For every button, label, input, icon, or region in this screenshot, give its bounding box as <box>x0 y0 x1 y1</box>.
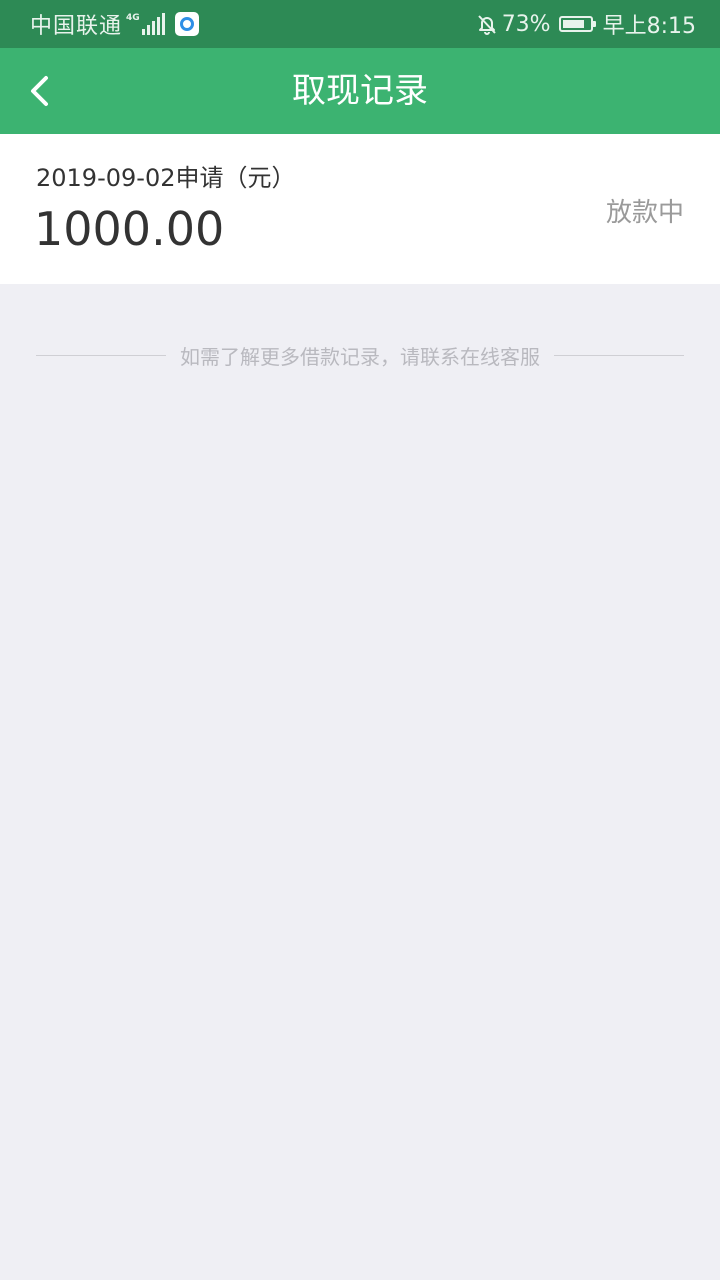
carrier-name: 中国联通 <box>30 14 123 39</box>
mute-bell-icon <box>476 13 498 35</box>
network-type: 4G <box>126 12 140 23</box>
divider-left <box>36 354 166 356</box>
status-bar: 中国联通 4G 73% 早上8:15 <box>0 0 720 48</box>
divider-right <box>554 354 684 356</box>
nav-bar: 取现记录 <box>0 48 720 134</box>
clock: 早上8:15 <box>602 14 696 39</box>
battery-percent: 73% <box>501 11 551 37</box>
footer-note: 如需了解更多借款记录，请联系在线客服 <box>36 340 684 370</box>
page-title: 取现记录 <box>292 71 428 111</box>
signal-icon <box>141 13 167 35</box>
record-date-label: 2019-09-02申请（元） <box>36 164 296 192</box>
record-amount: 1000.00 <box>34 202 225 256</box>
battery-icon <box>558 16 596 32</box>
record-status: 放款中 <box>605 198 684 228</box>
list-item[interactable]: 2019-09-02申请（元） 1000.00 放款中 <box>0 134 720 284</box>
status-left: 中国联通 4G <box>30 0 199 48</box>
app-notification-icon <box>174 12 199 36</box>
footer-note-text: 如需了解更多借款记录，请联系在线客服 <box>180 344 540 369</box>
status-right: 73% 早上8:15 <box>476 0 696 48</box>
